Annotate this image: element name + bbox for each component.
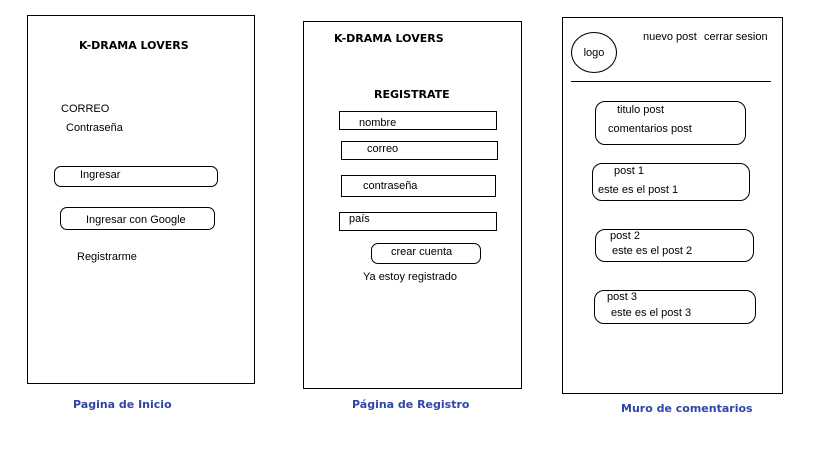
login-button-label: Ingresar	[80, 169, 121, 181]
register-link[interactable]: Registrarme	[77, 251, 137, 264]
registro-screen	[303, 21, 522, 389]
header-divider	[571, 81, 771, 82]
create-account-button-label: crear cuenta	[391, 246, 453, 258]
muro-caption: Muro de comentarios	[621, 402, 753, 415]
inicio-email-label: CORREO	[61, 103, 110, 115]
google-login-button-label: Ingresar con Google	[86, 214, 186, 226]
logo: logo	[571, 32, 617, 73]
google-login-button[interactable]: Ingresar con Google	[60, 207, 215, 230]
create-account-button[interactable]: crear cuenta	[371, 243, 481, 264]
post-title: post 2	[610, 230, 640, 242]
name-field-placeholder: nombre	[359, 117, 397, 129]
registro-caption: Página de Registro	[352, 398, 470, 411]
post-card[interactable]: post 2 este es el post 2	[595, 229, 754, 262]
muro-screen	[562, 17, 783, 394]
post-card[interactable]: post 3 este es el post 3	[594, 290, 756, 324]
password-field-placeholder: contraseña	[363, 180, 418, 192]
registro-app-title: K-DRAMA LOVERS	[334, 32, 444, 45]
password-field[interactable]: contraseña	[341, 175, 496, 197]
post-body: este es el post 1	[598, 184, 679, 196]
country-field-placeholder: país	[349, 213, 370, 225]
name-field[interactable]: nombre	[339, 111, 497, 130]
already-registered-link[interactable]: Ya estoy registrado	[363, 271, 457, 284]
post-body: este es el post 2	[612, 245, 693, 257]
email-field-placeholder: correo	[367, 143, 399, 155]
post-title: post 3	[607, 291, 637, 303]
post-title: titulo post	[617, 104, 665, 116]
post-body: este es el post 3	[611, 307, 692, 319]
post-card[interactable]: post 1 este es el post 1	[592, 163, 750, 201]
country-field[interactable]: país	[339, 212, 497, 231]
login-button[interactable]: Ingresar	[54, 166, 218, 187]
logout-link[interactable]: cerrar sesion	[704, 31, 768, 44]
email-field[interactable]: correo	[341, 141, 498, 160]
inicio-screen	[27, 15, 255, 384]
new-post-link[interactable]: nuevo post	[643, 31, 697, 44]
registro-heading: REGISTRATE	[374, 88, 450, 101]
inicio-password-label: Contraseña	[66, 122, 123, 134]
post-title: post 1	[614, 165, 644, 177]
inicio-caption: Pagina de Inicio	[73, 398, 172, 411]
post-composer[interactable]: titulo post comentarios post	[595, 101, 746, 145]
post-body: comentarios post	[608, 123, 692, 135]
inicio-app-title: K-DRAMA LOVERS	[79, 39, 189, 52]
logo-label: logo	[583, 46, 605, 59]
